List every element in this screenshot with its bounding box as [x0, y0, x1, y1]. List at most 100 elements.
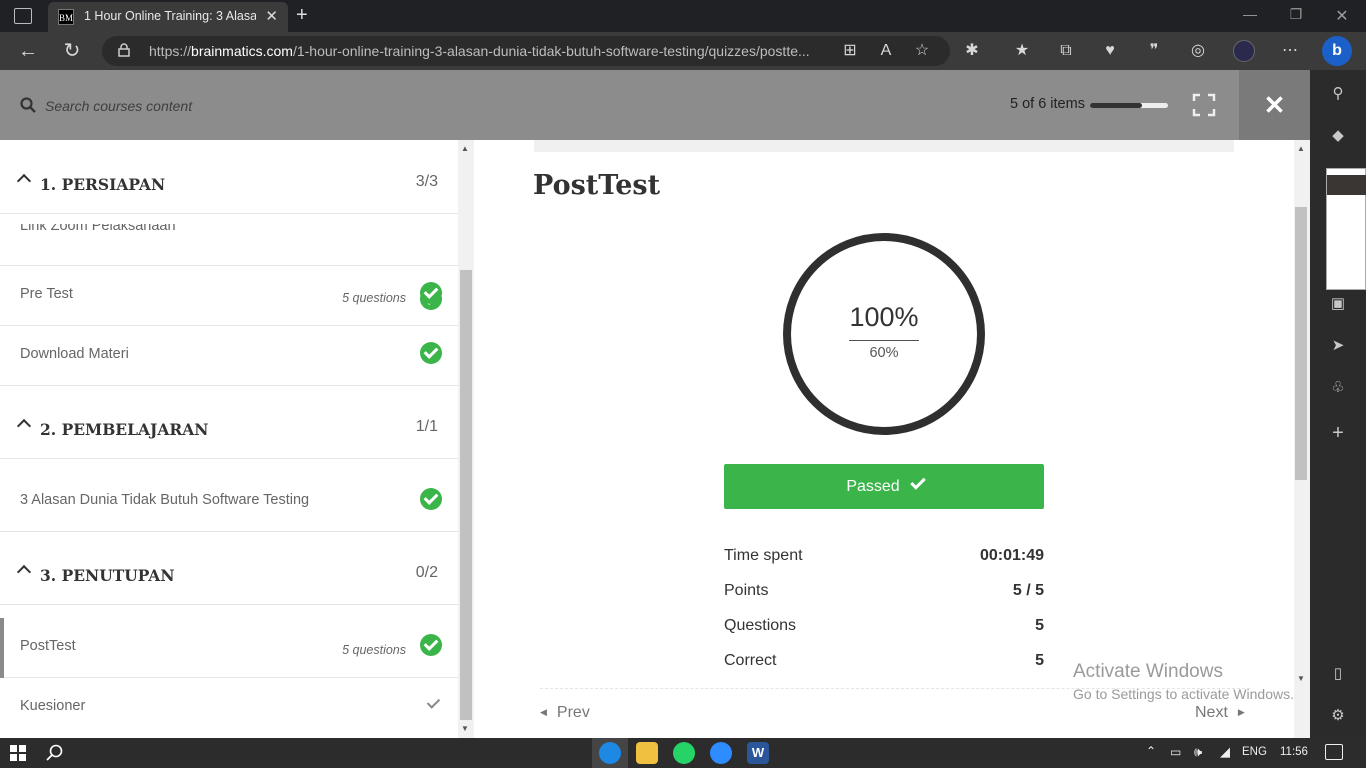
- word-icon[interactable]: W: [747, 742, 769, 764]
- window-close-icon[interactable]: ✕: [1330, 6, 1354, 26]
- lesson-3-alasan[interactable]: 3 Alasan Dunia Tidak Butuh Software Test…: [0, 472, 458, 532]
- lesson-pre-test[interactable]: Pre Test 5 questions: [0, 266, 458, 326]
- lesson-link-zoom[interactable]: Link Zoom Pelaksanaan: [0, 206, 458, 310]
- taskbar-search-icon[interactable]: [46, 744, 64, 762]
- volume-icon[interactable]: 🕪: [1194, 744, 1202, 760]
- result-percent: 100%: [849, 302, 919, 332]
- course-progress-fill: [1090, 103, 1143, 108]
- content-scroll-thumb[interactable]: [1295, 207, 1307, 480]
- stat-value: 5 / 5: [1012, 582, 1044, 599]
- edge-taskbar-icon[interactable]: [599, 742, 621, 764]
- close-course-icon[interactable]: ✕: [1239, 70, 1310, 140]
- tab-close-icon[interactable]: ✕: [265, 7, 278, 25]
- section-pembelajaran[interactable]: 2. PEMBELAJARAN 1/1: [0, 397, 458, 459]
- read-aloud-icon[interactable]: A: [874, 40, 898, 62]
- stat-value: 5: [1035, 652, 1044, 669]
- clock[interactable]: 11:56: [1280, 746, 1308, 758]
- lesson-download-materi[interactable]: Download Materi: [0, 326, 458, 386]
- content-top-strip: [534, 140, 1234, 152]
- quote-icon[interactable]: ❞: [1142, 40, 1166, 62]
- favorites-icon[interactable]: ★: [1010, 40, 1034, 62]
- lesson-meta: 5 questions: [342, 643, 406, 657]
- bing-icon[interactable]: b: [1322, 36, 1352, 66]
- lock-icon[interactable]: [118, 43, 130, 57]
- sidebar-toggle-icon[interactable]: ▯: [1326, 664, 1350, 682]
- lesson-title: Kuesioner: [20, 698, 86, 714]
- page-title: PostTest: [533, 170, 661, 201]
- section-count: 3/3: [415, 173, 438, 190]
- add-sidebar-icon[interactable]: +: [1326, 422, 1350, 445]
- extensions-icon[interactable]: ✱: [960, 40, 984, 62]
- whatsapp-icon[interactable]: [673, 742, 695, 764]
- send-icon[interactable]: ➤: [1326, 336, 1350, 354]
- file-explorer-icon[interactable]: [636, 742, 658, 764]
- caret-right-icon: ▶: [1237, 707, 1245, 717]
- section-penutupan[interactable]: 3. PENUTUPAN 0/2: [0, 543, 458, 605]
- tab-actions-icon[interactable]: [14, 8, 32, 24]
- collections-icon[interactable]: ⧉: [1054, 40, 1078, 62]
- more-menu-icon[interactable]: ⋯: [1278, 40, 1302, 62]
- chevron-up-icon: [16, 418, 32, 434]
- lesson-title: Download Materi: [20, 346, 129, 362]
- add-favorite-icon[interactable]: ☆: [910, 40, 934, 62]
- back-icon[interactable]: ←: [16, 40, 40, 62]
- tree-icon[interactable]: ♧: [1326, 378, 1350, 396]
- search-sidebar-icon[interactable]: ⚲: [1326, 84, 1350, 102]
- favicon: BM: [58, 9, 74, 25]
- curriculum-scroll-thumb[interactable]: [460, 270, 472, 720]
- url-domain: brainmatics.com: [191, 43, 293, 59]
- tray-chevron-icon[interactable]: ⌃: [1146, 744, 1156, 758]
- section-count: 1/1: [415, 418, 438, 435]
- scroll-down-arrow-icon[interactable]: ▼: [461, 724, 469, 733]
- section-title: 1. PERSIAPAN: [40, 175, 166, 194]
- battery-icon[interactable]: ▭: [1170, 745, 1181, 759]
- stat-label: Questions: [724, 617, 797, 634]
- lesson-title: Pre Test: [20, 286, 73, 302]
- stat-value: 00:01:49: [979, 547, 1044, 564]
- caret-left-icon: ◀: [540, 707, 547, 717]
- office-icon[interactable]: ▣: [1326, 294, 1350, 312]
- search-input[interactable]: Search courses content: [45, 98, 192, 114]
- language-indicator[interactable]: ENG: [1242, 746, 1267, 758]
- notifications-icon[interactable]: [1325, 744, 1343, 760]
- tab-title: 1 Hour Online Training: 3 Alasan: [84, 9, 256, 23]
- stat-label: Points: [724, 582, 769, 599]
- stat-value: 5: [1035, 617, 1044, 634]
- lesson-kuesioner[interactable]: Kuesioner: [0, 678, 458, 738]
- windows-start-icon[interactable]: [10, 745, 26, 761]
- passed-status: Passed: [724, 464, 1044, 509]
- section-count: 0/2: [415, 564, 438, 581]
- settings-icon[interactable]: ⚙: [1326, 706, 1350, 724]
- sidebar-preview-thumbnail[interactable]: [1326, 168, 1366, 290]
- performance-icon[interactable]: ◎: [1186, 40, 1210, 62]
- passing-percent: 60%: [869, 345, 899, 361]
- section-persiapan[interactable]: 1. PERSIAPAN 3/3: [0, 152, 458, 214]
- check-icon: [909, 474, 926, 490]
- health-icon[interactable]: ♥: [1098, 40, 1122, 62]
- restore-icon[interactable]: ❐: [1284, 6, 1308, 23]
- completed-check-icon: [420, 282, 442, 304]
- scroll-up-arrow-icon[interactable]: ▲: [461, 144, 469, 153]
- url-text[interactable]: https://brainmatics.com/1-hour-online-tr…: [149, 43, 829, 59]
- next-button[interactable]: Next ▶: [1195, 704, 1245, 722]
- lesson-posttest[interactable]: PostTest 5 questions: [0, 618, 458, 678]
- fullscreen-icon[interactable]: [1192, 93, 1216, 117]
- browser-tab[interactable]: BM 1 Hour Online Training: 3 Alasan ✕: [48, 2, 288, 32]
- check-icon: [426, 696, 440, 710]
- completed-check-icon: [420, 488, 442, 510]
- scroll-down-arrow-icon[interactable]: ▼: [1297, 674, 1305, 683]
- prev-button[interactable]: ◀ Prev: [540, 704, 590, 722]
- refresh-icon[interactable]: ↻: [60, 40, 84, 62]
- minimize-icon[interactable]: —: [1238, 6, 1262, 22]
- scroll-up-arrow-icon[interactable]: ▲: [1297, 144, 1305, 153]
- stat-label: Correct: [724, 652, 777, 669]
- new-tab-icon[interactable]: +: [296, 4, 308, 27]
- profile-avatar[interactable]: [1233, 40, 1255, 62]
- section-title: 3. PENUTUPAN: [40, 566, 175, 585]
- network-icon[interactable]: ◢: [1220, 744, 1230, 760]
- course-progress-bar: [1090, 103, 1168, 108]
- app-available-icon[interactable]: ⊞: [838, 40, 862, 62]
- zoom-icon[interactable]: [710, 742, 732, 764]
- shopping-icon[interactable]: ◆: [1326, 126, 1350, 144]
- prev-label: Prev: [556, 704, 590, 721]
